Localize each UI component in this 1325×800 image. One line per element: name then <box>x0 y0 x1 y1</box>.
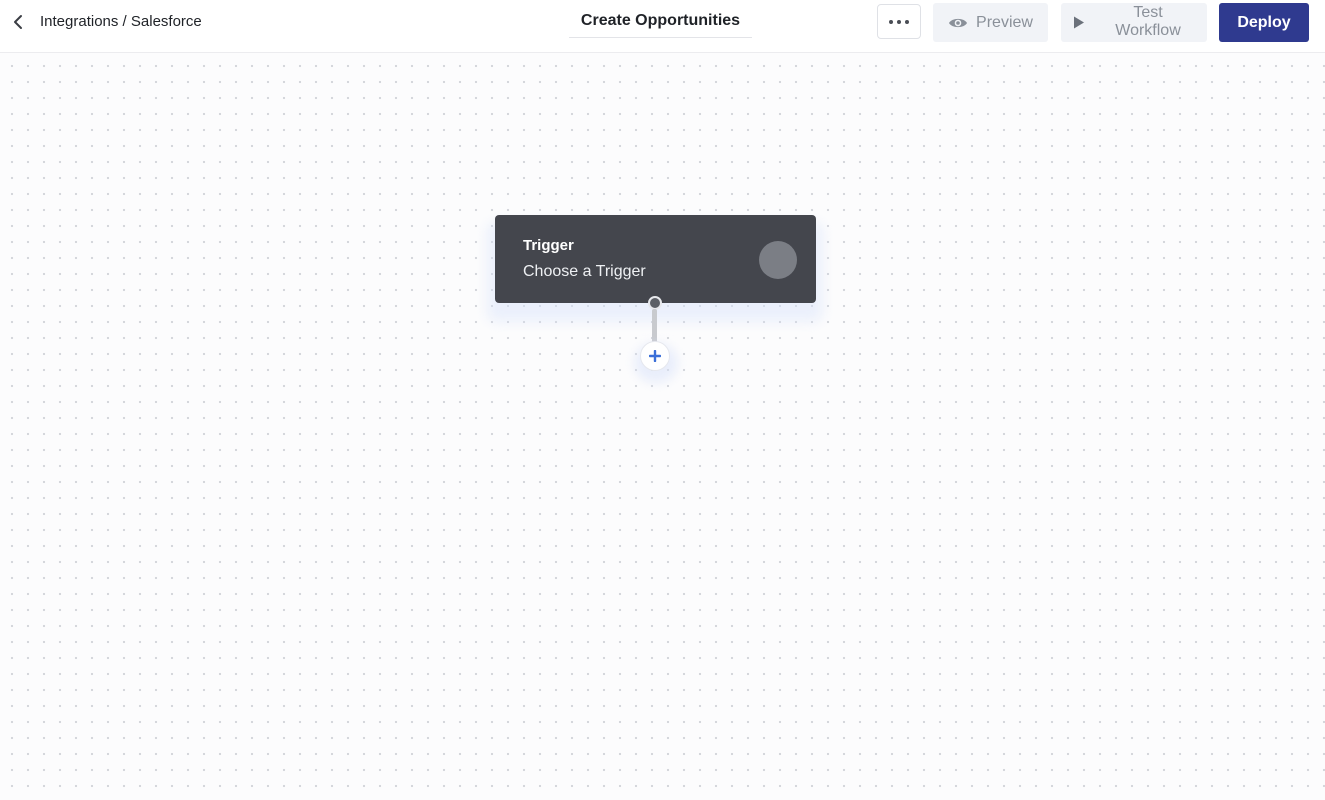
more-options-button[interactable] <box>877 4 921 39</box>
connector-line <box>652 309 657 345</box>
deploy-button[interactable]: Deploy <box>1219 3 1309 42</box>
add-step-button[interactable] <box>640 341 670 371</box>
more-horizontal-icon <box>889 19 909 24</box>
trigger-status-indicator <box>759 241 797 279</box>
trigger-node[interactable]: Trigger Choose a Trigger <box>495 215 816 303</box>
test-workflow-button[interactable]: Test Workflow <box>1061 3 1207 42</box>
top-bar: Integrations / Salesforce Create Opportu… <box>0 0 1325 53</box>
plus-icon <box>649 350 661 362</box>
preview-button[interactable]: Preview <box>933 3 1048 42</box>
chevron-left-icon <box>14 15 22 29</box>
test-workflow-label: Test Workflow <box>1115 4 1181 39</box>
preview-label: Preview <box>976 13 1033 31</box>
back-button[interactable] <box>8 10 28 34</box>
trigger-output-port[interactable] <box>648 296 662 310</box>
trigger-node-title: Trigger <box>523 237 574 254</box>
trigger-node-subtitle: Choose a Trigger <box>523 263 646 280</box>
play-icon <box>1074 16 1084 29</box>
workflow-title[interactable]: Create Opportunities <box>569 4 752 38</box>
workflow-canvas[interactable] <box>0 54 1325 800</box>
breadcrumb[interactable]: Integrations / Salesforce <box>40 13 202 30</box>
eye-icon <box>949 18 968 27</box>
